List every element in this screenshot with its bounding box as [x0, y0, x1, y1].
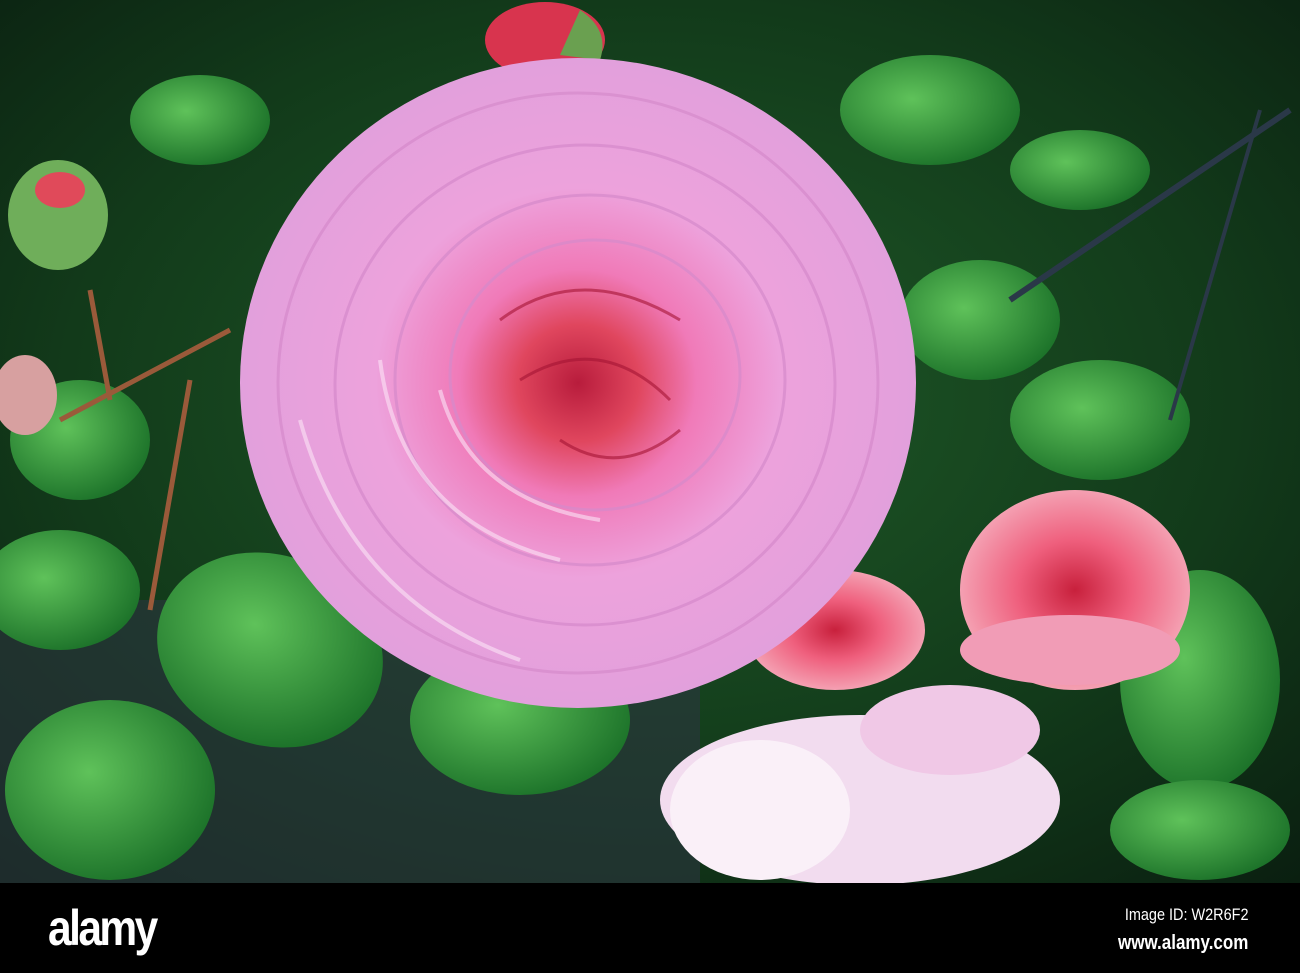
website-link[interactable]: www.alamy.com: [1118, 932, 1248, 955]
image-id: Image ID: W2R6F2: [1124, 905, 1248, 924]
rose-photo: [0, 0, 1300, 883]
alamy-logo[interactable]: alamy: [48, 899, 158, 957]
main-rose: [240, 58, 916, 708]
pink-bud-right: [960, 490, 1190, 690]
footer-bar: alamy Image ID: W2R6F2 www.alamy.com: [0, 883, 1300, 973]
